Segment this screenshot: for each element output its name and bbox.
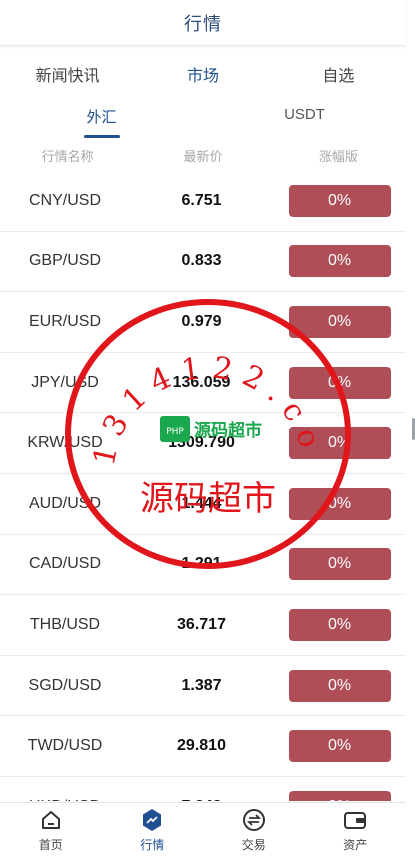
quote-change-badge[interactable]: 0% (288, 730, 391, 763)
nav-trade-label: 交易 (241, 838, 266, 852)
quote-change-cell: 0% (273, 427, 406, 460)
quote-change-badge[interactable]: 0% (288, 366, 391, 399)
quote-pair: AUD/USD (28, 494, 101, 512)
quote-change-cell: 0% (273, 366, 406, 399)
top-bar: 行情 (0, 0, 406, 46)
quote-row[interactable]: SGD/USD 1.387 0% (0, 656, 406, 717)
quote-price: 7.848 (130, 798, 273, 801)
main-tabs: 新闻快讯 市场 自选 (0, 52, 406, 94)
quote-price: 1.291 (181, 555, 222, 573)
bottom-nav: 首页 行情 交易 资产 (0, 802, 406, 857)
quote-change-cell: 0% (273, 669, 406, 702)
quote-row[interactable]: EUR/USD 0.979 0% (0, 292, 406, 353)
quote-row[interactable]: TWD/USD 29.810 0% (0, 716, 406, 777)
nav-market[interactable]: 行情 (102, 803, 204, 857)
exchange-icon (242, 809, 265, 831)
quote-change-cell: 0% (273, 730, 406, 763)
quote-row[interactable]: CAD/USD 1.291 0% (0, 535, 406, 596)
quote-change-badge[interactable]: 0% (288, 427, 391, 460)
quote-row[interactable]: JPY/USD 136.059 0% (0, 353, 406, 414)
subtab-usdt[interactable]: USDT (203, 100, 406, 140)
quote-row[interactable]: THB/USD 36.717 0% (0, 595, 406, 656)
quote-row[interactable]: KRW/USD 1309.790 0% (0, 413, 406, 474)
tab-market[interactable]: 市场 (135, 52, 270, 94)
tab-favorites-label: 自选 (322, 68, 355, 85)
nav-home[interactable]: 首页 (0, 803, 102, 857)
tab-market-label: 市场 (186, 68, 219, 85)
quote-change-cell: 0% (273, 245, 406, 278)
quote-pair: EUR/USD (28, 312, 101, 330)
subtab-underline-active (83, 135, 120, 138)
tab-favorites[interactable]: 自选 (271, 52, 406, 94)
column-header-name[interactable]: 行情名称 (0, 146, 135, 168)
quote-list[interactable]: CNY/USD 6.751 0% GBP/USD 0.833 0% EUR/USD 0.979… (0, 171, 406, 801)
quote-pair: TWD/USD (27, 737, 103, 755)
nav-assets[interactable]: 资产 (305, 803, 407, 857)
quote-price: 1.444 (181, 494, 222, 512)
quote-pair: HKD/USD (0, 798, 130, 801)
nav-home-label: 首页 (38, 838, 63, 852)
quote-pair: GBP/USD (28, 252, 101, 270)
quote-pair: THB/USD (29, 615, 101, 633)
quote-price: 1309.790 (168, 434, 235, 452)
quote-price: 136.059 (172, 373, 231, 391)
quote-price: 0.833 (181, 252, 222, 270)
quote-change-cell: 0% (273, 184, 406, 217)
quote-pair: JPY/USD (31, 373, 99, 391)
quote-pair: KRW/USD (27, 434, 103, 452)
quote-change-badge[interactable]: 0% (288, 184, 391, 217)
quote-price: 29.810 (177, 737, 226, 755)
quote-pair: CNY/USD (28, 191, 101, 209)
quote-change-cell: 0% (273, 487, 406, 520)
quote-row[interactable]: AUD/USD 1.444 0% (0, 474, 406, 535)
quote-pair: CAD/USD (28, 555, 101, 573)
quote-pair: SGD/USD (28, 676, 102, 694)
quote-change-badge[interactable]: 0% (288, 305, 391, 338)
quote-change-cell: 0% (273, 608, 406, 641)
column-headers: 行情名称 最新价 涨幅版 (0, 146, 406, 168)
market-icon (143, 809, 162, 831)
column-header-price[interactable]: 最新价 (135, 146, 270, 168)
column-header-change[interactable]: 涨幅版 (271, 146, 406, 168)
subtab-forex[interactable]: 外汇 (0, 100, 203, 140)
quote-change-badge[interactable]: 0% (288, 608, 391, 641)
tab-news[interactable]: 新闻快讯 (0, 52, 135, 94)
quote-price: 1.387 (181, 676, 222, 694)
quote-row[interactable]: CNY/USD 6.751 0% (0, 171, 406, 232)
quote-change-badge[interactable]: 0% (288, 548, 391, 581)
quote-change-badge[interactable]: 0% (288, 245, 391, 278)
subtab-forex-label: 外汇 (86, 109, 117, 126)
home-icon (41, 811, 60, 829)
quote-price: 36.717 (177, 615, 226, 633)
sub-tabs: 外汇 USDT (0, 100, 406, 140)
nav-market-label: 行情 (140, 838, 165, 852)
quote-change-badge[interactable]: 0% (288, 790, 391, 801)
quote-change-cell: 0% (273, 305, 406, 338)
subtab-underline (287, 131, 323, 134)
quote-price: 6.751 (181, 191, 222, 209)
page-title: 行情 (184, 13, 222, 34)
nav-trade[interactable]: 交易 (203, 803, 305, 857)
nav-assets-label: 资产 (343, 838, 368, 852)
quote-row[interactable]: GBP/USD 0.833 0% (0, 232, 406, 293)
quote-price: 0.979 (181, 312, 222, 330)
quote-row[interactable]: HKD/USD7.848 0% (0, 777, 406, 801)
wallet-icon (344, 812, 367, 829)
quote-change-badge[interactable]: 0% (288, 669, 391, 702)
quote-change-badge[interactable]: 0% (288, 487, 391, 520)
quote-change-cell: 0% (273, 790, 406, 801)
tab-news-label: 新闻快讯 (35, 68, 100, 85)
subtab-usdt-label: USDT (284, 106, 325, 123)
quote-change-cell: 0% (273, 548, 406, 581)
